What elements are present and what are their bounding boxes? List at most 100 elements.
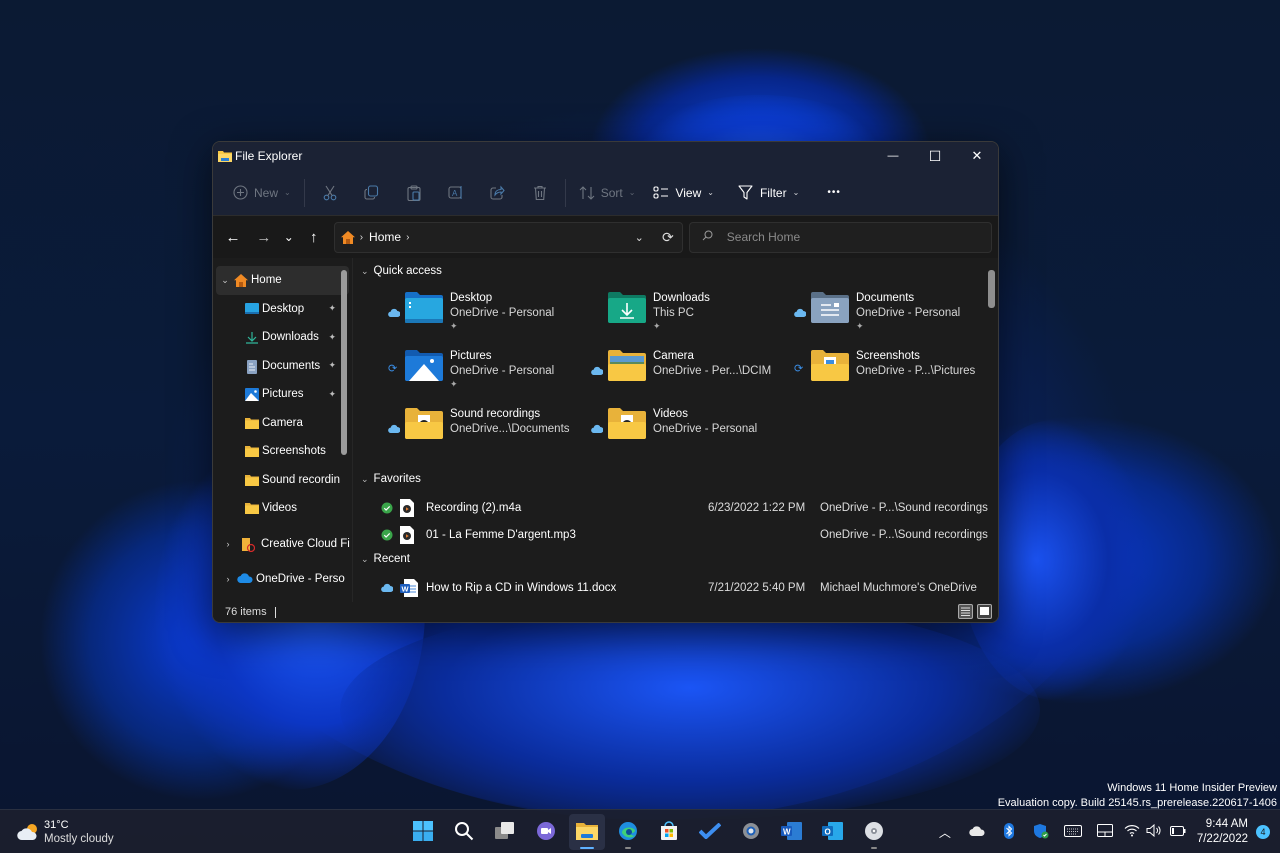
taskbar-word-button[interactable]: W bbox=[774, 814, 810, 850]
volume-button[interactable] bbox=[1143, 823, 1165, 840]
sidebar-item-home[interactable]: ⌄ Home bbox=[216, 266, 349, 295]
forward-button[interactable]: → bbox=[250, 223, 278, 251]
touch-keyboard-button[interactable] bbox=[1057, 824, 1089, 840]
show-hidden-icons-button[interactable]: ︿ bbox=[929, 824, 961, 841]
breadcrumb-home[interactable]: Home bbox=[369, 230, 401, 244]
taskbar-outlook-button[interactable]: O bbox=[815, 814, 851, 850]
recent-row[interactable]: W How to Rip a CD in Windows 11.docx 7/2… bbox=[381, 576, 988, 600]
address-dropdown-icon[interactable]: ⌄ bbox=[635, 231, 644, 244]
security-tray-button[interactable] bbox=[1025, 823, 1057, 842]
sidebar-item-screenshots[interactable]: Screenshots bbox=[213, 437, 352, 466]
sidebar-item-videos[interactable]: Videos bbox=[213, 494, 352, 523]
taskbar-file-explorer-button[interactable] bbox=[569, 814, 605, 850]
notification-badge[interactable]: 4 bbox=[1256, 825, 1270, 839]
sidebar-scrollbar[interactable] bbox=[341, 270, 347, 455]
favorites-header[interactable]: ⌄ Favorites bbox=[361, 473, 421, 485]
network-button[interactable] bbox=[1121, 824, 1143, 840]
view-button[interactable]: View ⌄ bbox=[644, 177, 723, 209]
sidebar-item-documents[interactable]: Documents ✦ bbox=[213, 352, 352, 381]
taskbar-search-button[interactable] bbox=[446, 814, 482, 850]
new-button[interactable]: New ⌄ bbox=[223, 177, 300, 209]
touchpad-button[interactable] bbox=[1089, 824, 1121, 840]
weather-widget[interactable]: 31°C Mostly cloudy bbox=[16, 818, 114, 846]
taskbar-todo-button[interactable] bbox=[692, 814, 728, 850]
taskbar-start-button[interactable] bbox=[405, 814, 441, 850]
paste-button[interactable] bbox=[393, 177, 435, 209]
sidebar-item-onedrive[interactable]: › OneDrive - Perso bbox=[213, 565, 352, 594]
refresh-icon[interactable]: ⟳ bbox=[662, 229, 674, 246]
file-name: Recording (2).m4a bbox=[426, 502, 522, 514]
pin-icon[interactable]: ✦ bbox=[328, 332, 336, 343]
creative-cloud-icon bbox=[241, 537, 256, 552]
quick-access-item-sound-recordings[interactable]: Sound recordings OneDrive...\Documents bbox=[388, 408, 588, 460]
filter-button[interactable]: Filter ⌄ bbox=[729, 177, 808, 209]
chevron-right-icon[interactable]: › bbox=[219, 574, 237, 584]
item-name: Screenshots bbox=[856, 350, 920, 362]
maximize-button[interactable]: ☐ bbox=[914, 142, 956, 170]
back-button[interactable]: ← bbox=[219, 223, 247, 251]
taskbar-cd-player-button[interactable] bbox=[856, 814, 892, 850]
command-bar: New ⌄ A Sort ⌄ View ⌄ Filter ⌄ ••• bbox=[213, 170, 998, 216]
quick-access-item-pictures[interactable]: ⟳ Pictures OneDrive - Personal ✦ bbox=[388, 350, 588, 402]
close-button[interactable]: ✕ bbox=[956, 142, 998, 170]
title-bar[interactable]: File Explorer — ☐ ✕ bbox=[213, 142, 998, 170]
sort-label: Sort bbox=[600, 185, 623, 200]
sort-button[interactable]: Sort ⌄ bbox=[570, 177, 645, 209]
bluetooth-tray-button[interactable] bbox=[993, 822, 1025, 842]
sidebar-item-label: Creative Cloud Fi bbox=[261, 537, 350, 550]
recent-header[interactable]: ⌄ Recent bbox=[361, 553, 410, 565]
up-button[interactable]: ↑ bbox=[300, 223, 328, 251]
sidebar-item-downloads[interactable]: Downloads ✦ bbox=[213, 323, 352, 352]
keyboard-icon bbox=[1063, 824, 1082, 840]
pin-icon[interactable]: ✦ bbox=[328, 303, 336, 314]
details-view-button[interactable] bbox=[958, 604, 973, 619]
item-location: OneDrive - Personal bbox=[450, 307, 555, 319]
chevron-down-icon: ⌄ bbox=[628, 188, 636, 197]
sidebar-item-label: Camera bbox=[262, 416, 303, 429]
favorites-row[interactable]: 01 - La Femme D'argent.mp3 OneDrive - P.… bbox=[381, 523, 988, 547]
favorites-row[interactable]: Recording (2).m4a 6/23/2022 1:22 PM OneD… bbox=[381, 496, 988, 520]
recent-locations-button[interactable]: ⌄ bbox=[278, 223, 300, 251]
battery-button[interactable] bbox=[1165, 825, 1191, 839]
sidebar-item-pictures[interactable]: Pictures ✦ bbox=[213, 380, 352, 409]
item-name: Camera bbox=[653, 350, 694, 362]
taskbar-chat-button[interactable] bbox=[528, 814, 564, 850]
quick-access-item-screenshots[interactable]: ⟳ Screenshots OneDrive - P...\Pictures bbox=[794, 350, 994, 402]
chevron-down-icon[interactable]: ⌄ bbox=[216, 275, 234, 286]
pin-icon[interactable]: ✦ bbox=[328, 360, 336, 371]
onedrive-tray-button[interactable] bbox=[961, 825, 993, 839]
clock[interactable]: 9:44 AM 7/22/2022 bbox=[1197, 817, 1248, 847]
quick-access-header[interactable]: ⌄ Quick access bbox=[361, 265, 442, 277]
search-icon bbox=[454, 821, 474, 844]
search-placeholder: Search Home bbox=[726, 230, 801, 244]
quick-access-item-documents[interactable]: Documents OneDrive - Personal ✦ bbox=[794, 292, 994, 344]
quick-access-item-camera[interactable]: Camera OneDrive - Per...\DCIM bbox=[591, 350, 791, 402]
chevron-right-icon[interactable]: › bbox=[219, 539, 237, 549]
copy-button[interactable] bbox=[351, 177, 393, 209]
address-bar[interactable]: › Home › ⌄ ⟳ bbox=[333, 221, 683, 253]
pin-icon[interactable]: ✦ bbox=[328, 389, 336, 400]
rename-button[interactable]: A bbox=[435, 177, 477, 209]
more-options-button[interactable]: ••• bbox=[818, 177, 850, 209]
share-button[interactable] bbox=[477, 177, 519, 209]
quick-access-item-videos[interactable]: Videos OneDrive - Personal bbox=[591, 408, 791, 460]
sidebar-item-camera[interactable]: Camera bbox=[213, 409, 352, 438]
minimize-button[interactable]: — bbox=[872, 142, 914, 170]
camera-folder-icon bbox=[608, 350, 646, 381]
sidebar-item-desktop[interactable]: Desktop ✦ bbox=[213, 295, 352, 324]
taskbar-settings-button[interactable] bbox=[733, 814, 769, 850]
taskbar-store-button[interactable] bbox=[651, 814, 687, 850]
evaluation-watermark: Windows 11 Home Insider Preview Evaluati… bbox=[998, 781, 1277, 811]
search-box[interactable]: Search Home bbox=[688, 221, 992, 253]
toolbar-divider bbox=[564, 178, 566, 207]
taskbar-task-view-button[interactable] bbox=[487, 814, 523, 850]
delete-button[interactable] bbox=[519, 177, 561, 209]
tiles-view-button[interactable] bbox=[977, 604, 992, 619]
sidebar-item-sound-recordings[interactable]: Sound recordin bbox=[213, 466, 352, 495]
quick-access-item-desktop[interactable]: Desktop OneDrive - Personal ✦ bbox=[388, 292, 588, 344]
breadcrumb-separator[interactable]: › bbox=[406, 232, 409, 243]
quick-access-item-downloads[interactable]: Downloads This PC ✦ bbox=[591, 292, 791, 344]
sidebar-item-creative-cloud[interactable]: › Creative Cloud Fi bbox=[213, 530, 352, 559]
cut-button[interactable] bbox=[309, 177, 351, 209]
taskbar-edge-button[interactable] bbox=[610, 814, 646, 850]
